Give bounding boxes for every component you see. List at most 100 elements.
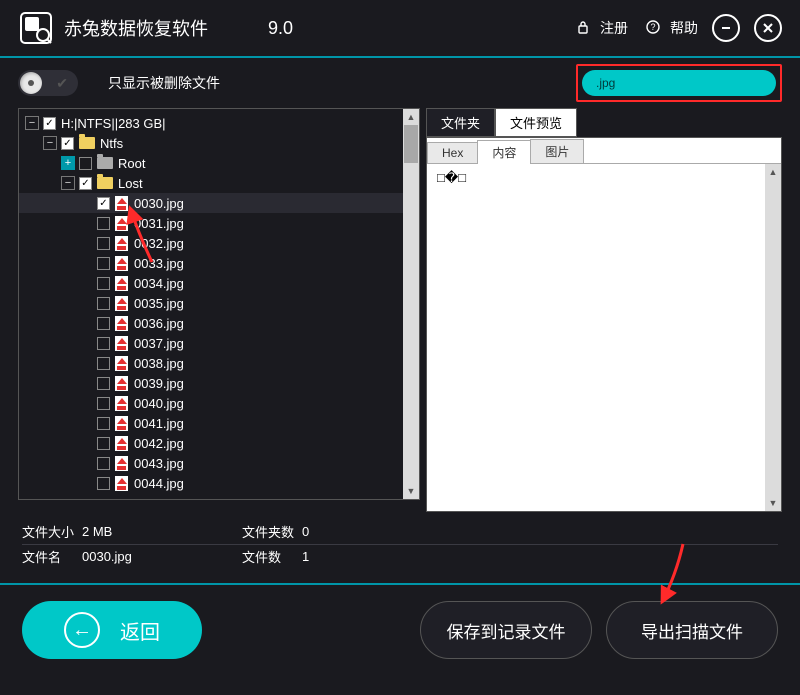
file-icon (115, 436, 128, 451)
check-icon: ✔ (56, 75, 68, 92)
tree-row[interactable]: 0033.jpg (19, 253, 419, 273)
file-icon (115, 196, 128, 211)
register-button[interactable]: 注册 (576, 18, 628, 38)
tree-scrollbar[interactable]: ▲ ▼ (403, 109, 419, 499)
save-record-button[interactable]: 保存到记录文件 (420, 601, 592, 659)
tab-content[interactable]: 内容 (477, 140, 531, 164)
checkbox[interactable] (97, 357, 110, 370)
preview-scrollbar[interactable]: ▲ ▼ (765, 164, 781, 511)
deleted-only-toggle[interactable]: ✔ (18, 70, 78, 96)
file-icon (115, 316, 128, 331)
scroll-up-icon[interactable]: ▲ (765, 164, 781, 180)
preview-subtabs: Hex 内容 图片 (427, 138, 781, 164)
file-tree[interactable]: −✓H:|NTFS||283 GB|−✓Ntfs+Root−✓Lost✓0030… (18, 108, 420, 500)
tree-label: 0034.jpg (134, 276, 184, 291)
tree-row[interactable]: 0040.jpg (19, 393, 419, 413)
folders-label: 文件夹数 (242, 522, 302, 541)
tree-row[interactable]: 0032.jpg (19, 233, 419, 253)
tree-label: 0039.jpg (134, 376, 184, 391)
scroll-down-icon[interactable]: ▼ (765, 495, 781, 511)
tree-label: 0032.jpg (134, 236, 184, 251)
files-label: 文件数 (242, 547, 302, 566)
tab-folder[interactable]: 文件夹 (426, 108, 495, 137)
checkbox[interactable] (97, 337, 110, 350)
checkbox[interactable] (97, 377, 110, 390)
checkbox[interactable] (97, 417, 110, 430)
checkbox[interactable] (97, 277, 110, 290)
tree-row[interactable]: 0031.jpg (19, 213, 419, 233)
file-icon (115, 336, 128, 351)
tree-row[interactable]: ✓0030.jpg (19, 193, 419, 213)
file-icon (115, 276, 128, 291)
checkbox[interactable] (97, 397, 110, 410)
tree-row[interactable]: 0041.jpg (19, 413, 419, 433)
scroll-down-icon[interactable]: ▼ (403, 483, 419, 499)
back-button[interactable]: ← 返回 (22, 601, 202, 659)
tree-label: 0033.jpg (134, 256, 184, 271)
tree-row[interactable]: 0035.jpg (19, 293, 419, 313)
app-version: 9.0 (268, 18, 293, 39)
export-scan-button[interactable]: 导出扫描文件 (606, 601, 778, 659)
expand-icon[interactable]: + (61, 156, 75, 170)
arrow-left-icon: ← (64, 612, 100, 648)
checkbox[interactable]: ✓ (43, 117, 56, 130)
collapse-icon[interactable]: − (61, 176, 75, 190)
search-input[interactable]: .jpg (582, 70, 776, 96)
tree-row[interactable]: 0034.jpg (19, 273, 419, 293)
tree-label: 0035.jpg (134, 296, 184, 311)
tree-label: 0040.jpg (134, 396, 184, 411)
help-label: 帮助 (670, 18, 698, 38)
scroll-up-icon[interactable]: ▲ (403, 109, 419, 125)
toggle-label: 只显示被删除文件 (108, 73, 220, 93)
tree-row[interactable]: −✓Lost (19, 173, 419, 193)
tree-row[interactable]: 0037.jpg (19, 333, 419, 353)
tree-row[interactable]: −✓ Ntfs (19, 133, 419, 153)
svg-text:?: ? (650, 22, 655, 32)
tree-row[interactable]: 0042.jpg (19, 433, 419, 453)
tree-row[interactable]: −✓H:|NTFS||283 GB| (19, 113, 419, 133)
checkbox[interactable] (97, 217, 110, 230)
tree-label: 0038.jpg (134, 356, 184, 371)
checkbox[interactable]: ✓ (79, 177, 92, 190)
file-icon (115, 236, 128, 251)
file-icon (115, 216, 128, 231)
folder-icon (97, 177, 113, 189)
checkbox[interactable] (97, 457, 110, 470)
checkbox[interactable] (97, 477, 110, 490)
tree-label: Root (118, 156, 145, 171)
tree-row[interactable]: 0044.jpg (19, 473, 419, 493)
collapse-icon[interactable]: − (43, 136, 57, 150)
register-label: 注册 (600, 18, 628, 38)
tree-row[interactable]: 0043.jpg (19, 453, 419, 473)
checkbox[interactable] (97, 237, 110, 250)
collapse-icon[interactable]: − (25, 116, 39, 130)
checkbox[interactable] (79, 157, 92, 170)
tree-label: 0042.jpg (134, 436, 184, 451)
tab-hex[interactable]: Hex (427, 142, 478, 163)
title-bar: 赤兔数据恢复软件 9.0 注册 ? 帮助 (0, 0, 800, 58)
tree-label: Ntfs (100, 136, 123, 151)
tree-row[interactable]: 0038.jpg (19, 353, 419, 373)
scroll-thumb[interactable] (404, 125, 418, 163)
file-icon (115, 376, 128, 391)
tab-preview[interactable]: 文件预览 (495, 108, 577, 137)
help-button[interactable]: ? 帮助 (646, 18, 698, 38)
checkbox[interactable]: ✓ (97, 197, 110, 210)
preview-content: □�□ (427, 164, 781, 511)
minimize-button[interactable] (712, 14, 740, 42)
file-icon (115, 296, 128, 311)
close-button[interactable] (754, 14, 782, 42)
checkbox[interactable] (97, 317, 110, 330)
tree-row[interactable]: + Root (19, 153, 419, 173)
tab-image[interactable]: 图片 (530, 139, 584, 163)
checkbox[interactable]: ✓ (61, 137, 74, 150)
search-highlight-box: .jpg (576, 64, 782, 102)
checkbox[interactable] (97, 437, 110, 450)
export-label: 导出扫描文件 (641, 618, 743, 643)
toggle-knob (20, 72, 42, 94)
checkbox[interactable] (97, 257, 110, 270)
tree-row[interactable]: 0039.jpg (19, 373, 419, 393)
size-value: 2 MB (82, 524, 242, 539)
tree-row[interactable]: 0036.jpg (19, 313, 419, 333)
checkbox[interactable] (97, 297, 110, 310)
